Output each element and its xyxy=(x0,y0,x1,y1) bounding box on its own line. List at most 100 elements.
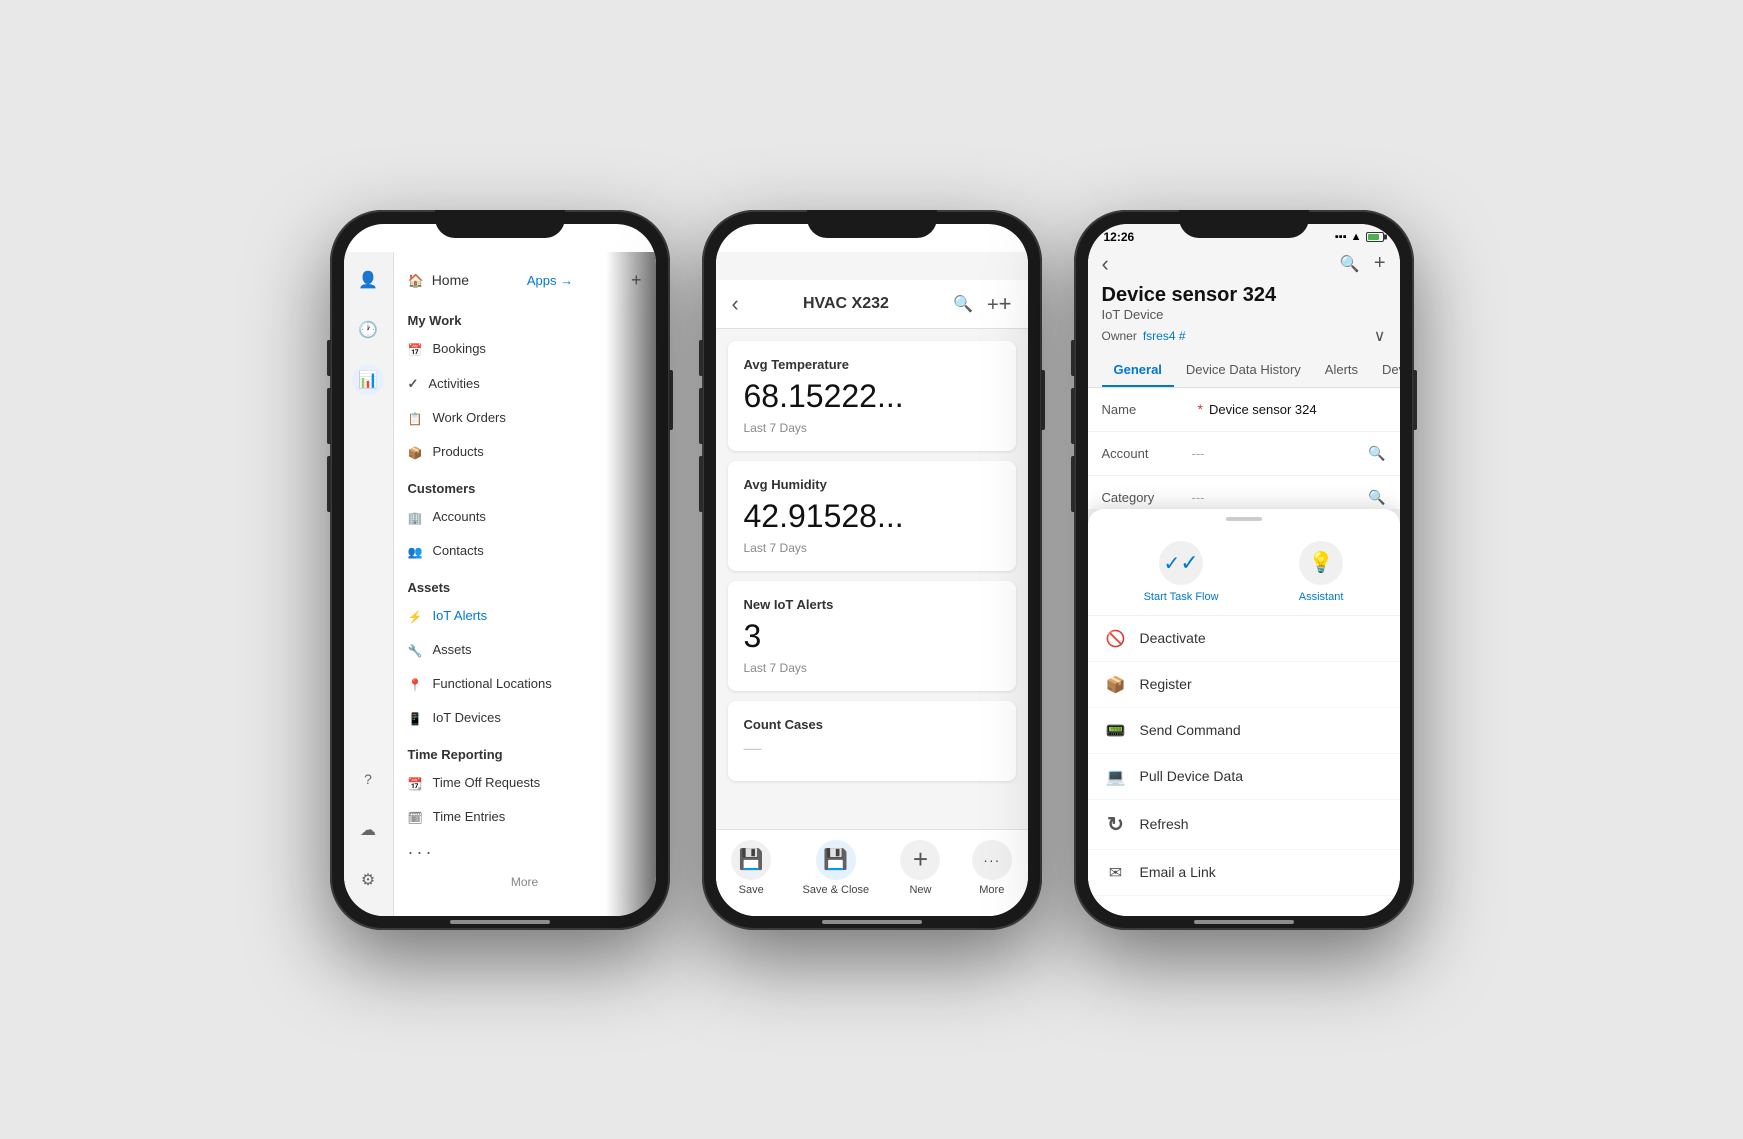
header-icons: + xyxy=(953,291,1011,317)
more-icon xyxy=(972,840,1012,880)
deactivate-action[interactable]: Deactivate xyxy=(1088,616,1400,662)
device-tabs: General Device Data History Alerts Devic… xyxy=(1088,354,1400,388)
header-right-icons: 🔍 + xyxy=(1340,252,1386,275)
new-label: New xyxy=(909,884,931,896)
sidebar-person-icon[interactable] xyxy=(352,264,384,296)
assistant-button[interactable]: Assistant xyxy=(1299,541,1344,603)
device-header: 🔍 + Device sensor 324 IoT Device Owner f… xyxy=(1088,246,1400,354)
home-icon xyxy=(408,272,424,289)
owner-row: Owner fsres4 # ∨ xyxy=(1102,326,1386,346)
work-orders-icon xyxy=(408,410,423,426)
task-flow-icon: ✓ xyxy=(1159,541,1203,585)
apps-link[interactable]: Apps → xyxy=(527,273,573,288)
phone-2: HVAC X232 + Avg Temperature 68.15222... … xyxy=(702,210,1042,930)
deactivate-icon xyxy=(1104,628,1128,649)
owner-value[interactable]: fsres4 # xyxy=(1143,329,1186,343)
category-search-icon[interactable]: 🔍 xyxy=(1368,489,1385,506)
category-field-label: Category xyxy=(1102,490,1192,505)
search-icon-3[interactable]: 🔍 xyxy=(1340,254,1360,274)
refresh-icon xyxy=(1104,812,1128,837)
save-label: Save xyxy=(739,884,764,896)
notch-3 xyxy=(1179,210,1309,238)
notch-1 xyxy=(435,210,565,238)
temp-label: Avg Temperature xyxy=(744,357,1000,372)
hvac-title: HVAC X232 xyxy=(803,295,889,313)
time-off-label: Time Off Requests xyxy=(432,775,540,790)
bookings-label: Bookings xyxy=(432,341,485,356)
refresh-action[interactable]: Refresh xyxy=(1088,800,1400,850)
save-close-button[interactable]: Save & Close xyxy=(802,840,869,896)
sidebar-chart-icon[interactable] xyxy=(352,364,384,396)
bookings-icon xyxy=(408,341,423,357)
device-title: Device sensor 324 xyxy=(1102,284,1386,307)
bottom-sheet: ✓ Start Task Flow Assistant Deactiv xyxy=(1088,509,1400,916)
search-icon[interactable] xyxy=(953,293,973,314)
time-off-icon xyxy=(408,775,423,791)
phone-3-screen: 12:26 ▪▪▪ ▲ 🔍 + Devic xyxy=(1088,224,1400,916)
email-label: Email a Link xyxy=(1140,864,1216,880)
send-command-label: Send Command xyxy=(1140,722,1241,738)
phone-3: 12:26 ▪▪▪ ▲ 🔍 + Devic xyxy=(1074,210,1414,930)
sidebar-gear-icon[interactable] xyxy=(352,864,384,896)
temp-value: 68.15222... xyxy=(744,378,1000,415)
name-field-value[interactable]: Device sensor 324 xyxy=(1209,402,1386,417)
tab-history[interactable]: Device Data History xyxy=(1174,354,1313,387)
status-icons: ▪▪▪ ▲ xyxy=(1335,231,1384,243)
more-label: More xyxy=(979,884,1004,896)
category-field-value[interactable]: --- xyxy=(1192,490,1369,505)
deactivate-label: Deactivate xyxy=(1140,630,1206,646)
functional-locations-label: Functional Locations xyxy=(432,676,551,691)
back-button[interactable] xyxy=(732,290,739,318)
owner-label: Owner xyxy=(1102,329,1137,343)
time-entries-icon xyxy=(408,809,423,825)
count-cases-label: Count Cases xyxy=(744,717,1000,732)
tab-device-r[interactable]: Device R xyxy=(1370,354,1399,387)
chevron-down-icon[interactable]: ∨ xyxy=(1374,326,1386,346)
temp-card: Avg Temperature 68.15222... Last 7 Days xyxy=(728,341,1016,451)
sidebar-help-icon[interactable] xyxy=(352,764,384,796)
new-button[interactable]: + New xyxy=(900,840,940,896)
sidebar-cloud-icon[interactable] xyxy=(352,814,384,846)
count-cases-value: — xyxy=(744,738,1000,759)
account-field-value[interactable]: --- xyxy=(1192,446,1369,461)
nav-row: 🔍 + xyxy=(1102,250,1386,278)
save-icon xyxy=(731,840,771,880)
account-field-label: Account xyxy=(1102,446,1192,461)
save-close-label: Save & Close xyxy=(802,884,869,896)
save-close-icon xyxy=(816,840,856,880)
home-nav-item[interactable]: Home xyxy=(408,272,470,289)
send-command-action[interactable]: Send Command xyxy=(1088,708,1400,754)
more-button[interactable]: More xyxy=(972,840,1012,896)
assistant-icon xyxy=(1299,541,1343,585)
account-search-icon[interactable]: 🔍 xyxy=(1368,445,1385,462)
sidebar-icons xyxy=(344,252,394,916)
field-category: Category --- 🔍 xyxy=(1088,476,1400,509)
sidebar-bottom-icons xyxy=(352,764,384,916)
activities-label: Activities xyxy=(428,376,479,391)
email-link-action[interactable]: Email a Link xyxy=(1088,850,1400,896)
sidebar-clock-icon[interactable] xyxy=(352,314,384,346)
pull-data-label: Pull Device Data xyxy=(1140,768,1244,784)
save-button[interactable]: Save xyxy=(731,840,771,896)
iot-alerts-icon xyxy=(408,608,423,624)
name-field-label: Name xyxy=(1102,402,1192,417)
tab-alerts[interactable]: Alerts xyxy=(1313,354,1370,387)
device-type: IoT Device xyxy=(1102,307,1386,322)
back-button-3[interactable] xyxy=(1102,250,1109,278)
functional-locations-icon xyxy=(408,676,423,692)
time-entries-label: Time Entries xyxy=(433,809,505,824)
refresh-label: Refresh xyxy=(1140,816,1189,832)
plus-icon-3[interactable]: + xyxy=(1374,252,1386,275)
start-task-flow-button[interactable]: ✓ Start Task Flow xyxy=(1144,541,1219,603)
bottom-action-bar: Save Save & Close + New More xyxy=(716,829,1028,916)
tab-general[interactable]: General xyxy=(1102,354,1174,387)
email-icon xyxy=(1104,862,1128,883)
plus-icon[interactable]: + xyxy=(987,291,1012,317)
quick-actions: ✓ Start Task Flow Assistant xyxy=(1088,533,1400,616)
humidity-label: Avg Humidity xyxy=(744,477,1000,492)
humidity-card: Avg Humidity 42.91528... Last 7 Days xyxy=(728,461,1016,571)
register-action[interactable]: Register xyxy=(1088,662,1400,708)
status-time: 12:26 xyxy=(1104,230,1135,244)
pull-data-action[interactable]: Pull Device Data xyxy=(1088,754,1400,800)
signal-icon: ▪▪▪ xyxy=(1335,231,1347,243)
